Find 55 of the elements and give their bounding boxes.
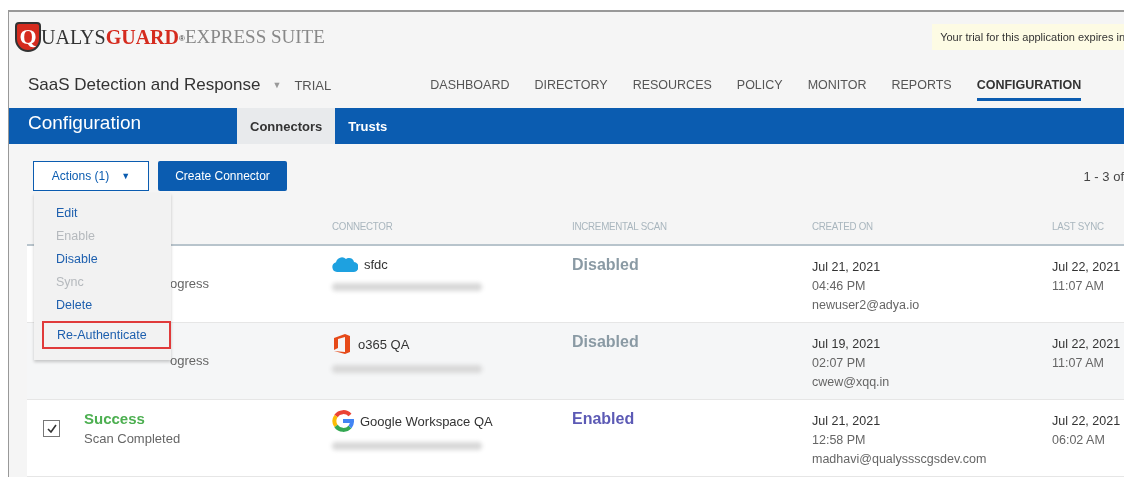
product-name[interactable]: SaaS Detection and Response (28, 75, 261, 95)
office-icon (332, 333, 352, 355)
menu-item[interactable]: Edit (34, 206, 78, 220)
scan-state: Enabled (572, 410, 636, 428)
sync-text: Jul 22, 2021 (1052, 337, 1122, 351)
cloud-icon (332, 256, 358, 273)
logo-text: EXPRESS SUITE (184, 26, 325, 48)
sync-text: Jul 22, 2021 (1052, 414, 1122, 428)
status-detail: Scan Completed (84, 431, 182, 446)
nav-tab[interactable]: MONITOR (807, 69, 867, 101)
registered-mark: ® (179, 34, 185, 43)
page-title: Configuration (28, 112, 143, 134)
scan-state: Disabled (572, 333, 640, 351)
menu-item[interactable]: Disable (34, 252, 98, 266)
created-text: 04:46 PM (812, 279, 867, 293)
status-detail: ogress (170, 353, 211, 368)
created-text: Jul 21, 2021 (812, 414, 882, 428)
create-connector-button[interactable]: Create Connector (158, 161, 287, 191)
nav-tab[interactable]: POLICY (736, 69, 783, 101)
connector-name: sfdc (364, 257, 388, 272)
actions-button[interactable]: Actions (1) ▼ (33, 161, 149, 191)
created-text: Jul 19, 2021 (812, 337, 882, 351)
menu-item[interactable]: Delete (34, 298, 93, 312)
connector-name: Google Workspace QA (360, 413, 493, 429)
created-text: 02:07 PM (812, 356, 867, 370)
checkmark-icon (46, 424, 57, 433)
sync-text: 11:07 AM (1052, 279, 1105, 293)
trial-notice: Your trial for this application expires in (932, 24, 1124, 50)
connector-name: o365 QA (358, 336, 410, 352)
created-text: madhavi@qualyssscgsdev.com (812, 452, 988, 466)
logo-shield: Q (15, 22, 41, 52)
row-checkbox[interactable] (43, 420, 60, 437)
created-text: Jul 21, 2021 (812, 260, 882, 274)
nav-tab[interactable]: DASHBOARD (430, 69, 510, 101)
nav-tab[interactable]: REPORTS (891, 69, 952, 101)
created-text: cwew@xqq.in (812, 375, 891, 389)
created-text: 12:58 PM (812, 433, 867, 447)
sync-text: 06:02 AM (1052, 433, 1106, 447)
tab[interactable]: Connectors (237, 108, 336, 144)
trial-label: TRIAL (294, 77, 332, 93)
menu-item[interactable]: Re-Authenticate (42, 321, 171, 349)
scan-state: Disabled (572, 256, 640, 274)
logo-text: UALYS (41, 25, 106, 49)
status-text: Success (84, 410, 146, 427)
created-text: newuser2@adya.io (812, 298, 921, 312)
nav-tab[interactable]: RESOURCES (632, 69, 712, 101)
sync-text: Jul 22, 2021 (1052, 260, 1122, 274)
sync-text: 11:07 AM (1052, 356, 1105, 370)
logo-text: GUARD (105, 25, 179, 49)
pagination-text: 1 - 3 of (1083, 168, 1124, 184)
g-logo-icon (332, 410, 354, 432)
tab[interactable]: Trusts (335, 108, 401, 144)
nav-tab[interactable]: CONFIGURATION (976, 69, 1082, 101)
nav-tab[interactable]: DIRECTORY (534, 69, 608, 101)
status-detail: ogress (170, 276, 211, 291)
